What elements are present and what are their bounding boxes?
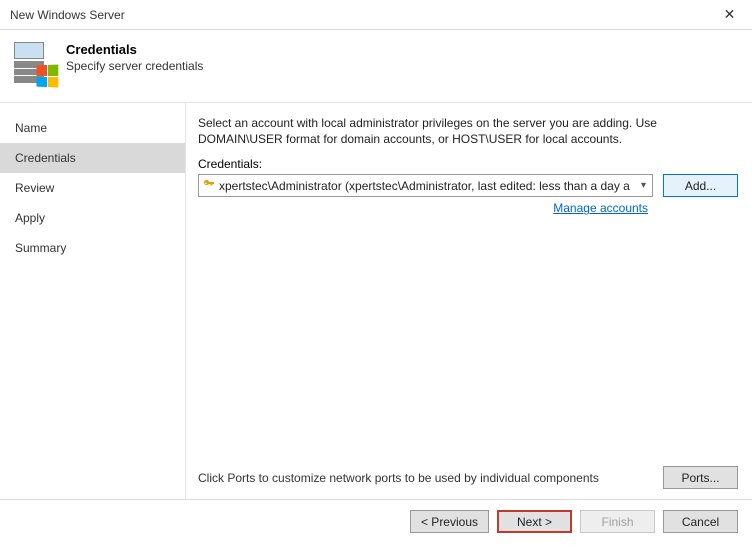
sidebar-item-summary[interactable]: Summary: [0, 233, 185, 263]
previous-button[interactable]: < Previous: [410, 510, 489, 533]
sidebar-item-review[interactable]: Review: [0, 173, 185, 203]
ports-text: Click Ports to customize network ports t…: [198, 471, 599, 485]
window-title: New Windows Server: [10, 8, 125, 22]
titlebar: New Windows Server ✕: [0, 0, 752, 30]
manage-accounts-link[interactable]: Manage accounts: [553, 201, 648, 215]
server-icon: [14, 42, 52, 84]
close-icon: ✕: [724, 6, 736, 23]
sidebar-item-name[interactable]: Name: [0, 113, 185, 143]
footer: < Previous Next > Finish Cancel: [0, 500, 752, 545]
sidebar: Name Credentials Review Apply Summary: [0, 103, 185, 499]
finish-button: Finish: [580, 510, 655, 533]
page-subtitle: Specify server credentials: [66, 59, 203, 73]
credentials-selected-text: xpertstec\Administrator (xpertstec\Admin…: [219, 179, 635, 193]
ports-button[interactable]: Ports...: [663, 466, 738, 489]
windows-logo-icon: [37, 65, 59, 88]
sidebar-item-apply[interactable]: Apply: [0, 203, 185, 233]
next-button[interactable]: Next >: [497, 510, 572, 533]
credentials-label: Credentials:: [198, 157, 738, 171]
page-title: Credentials: [66, 42, 203, 57]
main-panel: Select an account with local administrat…: [185, 103, 752, 499]
instruction-text: Select an account with local administrat…: [198, 115, 738, 147]
add-button[interactable]: Add...: [663, 174, 738, 197]
header: Credentials Specify server credentials: [0, 30, 752, 102]
key-icon: [203, 178, 215, 193]
cancel-button[interactable]: Cancel: [663, 510, 738, 533]
chevron-down-icon: ▾: [639, 180, 648, 191]
close-button[interactable]: ✕: [707, 0, 752, 30]
sidebar-item-credentials[interactable]: Credentials: [0, 143, 185, 173]
credentials-select[interactable]: xpertstec\Administrator (xpertstec\Admin…: [198, 174, 653, 197]
